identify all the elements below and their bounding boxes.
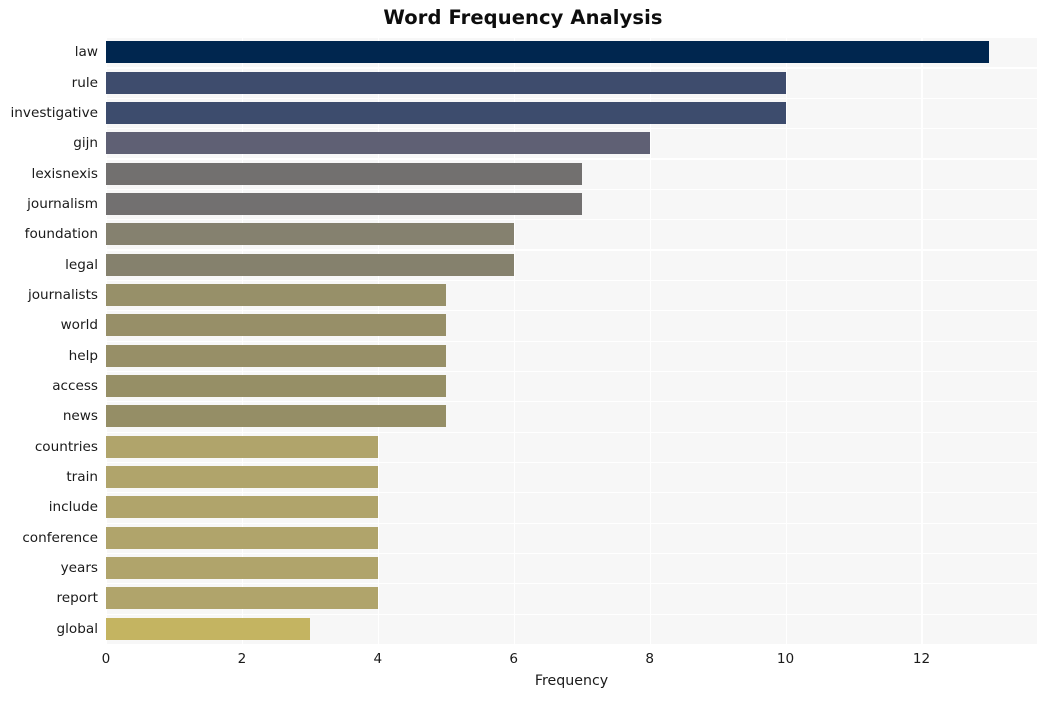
x-tick-label: 4 [373,651,383,667]
y-tick-label: rule [71,74,98,91]
y-tick-label: investigative [10,104,98,121]
y-axis-tick-labels: law rule investigative gijn lexisnexis journa… [0,37,1046,644]
y-tick-label: countries [34,438,98,455]
x-tick-label: 12 [912,651,931,667]
y-tick-label: legal [65,256,98,273]
y-tick-label: journalists [27,286,98,303]
x-axis-tick-labels: 0 2 4 6 8 10 12 [102,644,1037,670]
chart-figure: Word Frequency Analysis law rule investiga… [0,0,1046,701]
y-tick-label: conference [22,529,98,546]
y-tick-label: report [56,590,98,607]
y-tick-label: news [62,408,98,425]
y-tick-label: lexisnexis [31,165,98,182]
x-tick-label: 0 [101,651,111,667]
y-tick-label: years [60,560,98,577]
y-tick-label: access [52,378,98,395]
y-tick-label: foundation [24,226,98,243]
y-tick-label: help [68,347,98,364]
chart-title: Word Frequency Analysis [383,6,663,29]
y-tick-label: world [60,317,98,334]
y-tick-label: journalism [27,195,98,212]
x-tick-label: 8 [645,651,654,667]
y-tick-label: law [74,44,98,61]
y-tick-label: global [56,620,98,637]
x-tick-label: 2 [237,651,247,667]
x-tick-label: 6 [509,651,519,667]
x-axis-title: Frequency [534,673,609,689]
x-tick-label: 10 [776,651,795,667]
y-tick-label: gijn [73,135,98,152]
y-tick-label: train [66,469,98,486]
y-tick-label: include [48,499,98,516]
